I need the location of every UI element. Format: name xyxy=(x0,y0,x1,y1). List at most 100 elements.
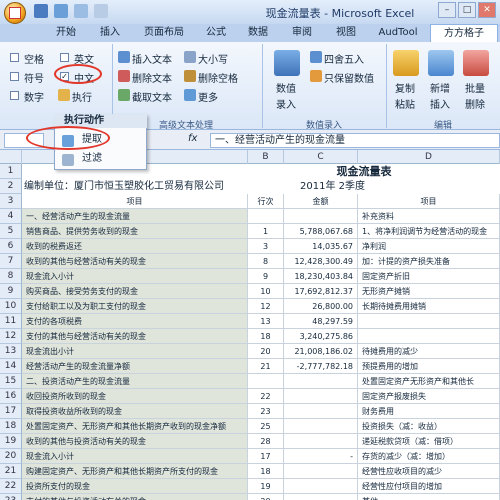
more-button[interactable]: 更多 xyxy=(198,89,218,104)
table-cell-line[interactable]: 28 xyxy=(248,434,284,449)
save-icon[interactable] xyxy=(34,4,48,18)
table-cell-line[interactable] xyxy=(248,209,284,224)
batch-button[interactable]: 批量 xyxy=(465,80,485,95)
table-cell-item[interactable]: 收到的其他与投资活动有关的现金 xyxy=(22,434,248,449)
table-cell-supplement[interactable] xyxy=(358,329,500,344)
row-header[interactable]: 11 xyxy=(0,314,22,329)
table-cell-supplement[interactable]: 投资损失（减：收益） xyxy=(358,419,500,434)
table-cell-item[interactable]: 支付的各项税费 xyxy=(22,314,248,329)
row-header[interactable]: 22 xyxy=(0,479,22,494)
table-cell-supplement[interactable]: 待摊费用的减少 xyxy=(358,344,500,359)
row-header[interactable]: 7 xyxy=(0,254,22,269)
row-header[interactable]: 21 xyxy=(0,464,22,479)
redo-icon[interactable] xyxy=(74,4,88,18)
paste-button[interactable]: 粘贴 xyxy=(395,96,415,111)
space-checkbox[interactable] xyxy=(10,53,19,62)
symbol-checkbox[interactable] xyxy=(10,72,19,81)
table-cell-line[interactable]: 10 xyxy=(248,284,284,299)
qat-customize-icon[interactable] xyxy=(94,4,108,18)
tab-view[interactable]: 视图 xyxy=(326,24,366,42)
header-item[interactable]: 项目 xyxy=(22,194,248,209)
execute-button[interactable]: 执行 xyxy=(72,89,92,104)
table-cell-item[interactable]: 收到的税费返还 xyxy=(22,239,248,254)
table-cell-item[interactable]: 现金流出小计 xyxy=(22,344,248,359)
table-cell-amount[interactable] xyxy=(284,419,358,434)
table-cell-supplement[interactable]: 递延税款贷项（减：借项） xyxy=(358,434,500,449)
table-cell-supplement[interactable]: 固定资产报废损失 xyxy=(358,389,500,404)
row-header[interactable]: 1 xyxy=(0,164,22,179)
insert-text-button[interactable]: 插入文本 xyxy=(132,51,172,66)
row-header[interactable]: 15 xyxy=(0,374,22,389)
table-cell-item[interactable]: 现金流入小计 xyxy=(22,449,248,464)
table-cell-amount[interactable] xyxy=(284,209,358,224)
table-cell-item[interactable]: 经营活动产生的现金流量净额 xyxy=(22,359,248,374)
table-cell-line[interactable]: 18 xyxy=(248,329,284,344)
formula-input[interactable]: 一、经营活动产生的现金流量 xyxy=(210,133,500,148)
row-header[interactable]: 19 xyxy=(0,434,22,449)
table-cell-supplement[interactable]: 预提费用的增加 xyxy=(358,359,500,374)
table-cell-supplement[interactable] xyxy=(358,314,500,329)
table-cell-supplement[interactable]: 其他 xyxy=(358,494,500,500)
table-cell-amount[interactable] xyxy=(284,479,358,494)
table-cell-supplement[interactable]: 固定资产折旧 xyxy=(358,269,500,284)
table-cell-line[interactable]: 13 xyxy=(248,314,284,329)
extract-text-button[interactable]: 截取文本 xyxy=(132,89,172,104)
table-cell-amount[interactable]: 18,230,403.84 xyxy=(284,269,358,284)
insert-button[interactable]: 插入 xyxy=(430,96,450,111)
tab-formulas[interactable]: 公式 xyxy=(198,24,234,42)
table-cell-item[interactable]: 销售商品、提供劳务收到的现金 xyxy=(22,224,248,239)
table-cell-line[interactable]: 8 xyxy=(248,254,284,269)
delete-button[interactable]: 删除 xyxy=(465,96,485,111)
table-cell-item[interactable]: 收到的其他与经营活动有关的现金 xyxy=(22,254,248,269)
fx-icon[interactable]: fx xyxy=(188,133,197,144)
minimize-button[interactable]: – xyxy=(438,2,456,18)
table-cell-supplement[interactable]: 财务费用 xyxy=(358,404,500,419)
table-cell-supplement[interactable]: 补充资料 xyxy=(358,209,500,224)
maximize-button[interactable]: □ xyxy=(458,2,476,18)
table-cell-supplement[interactable]: 存货的减少（减：增加） xyxy=(358,449,500,464)
numeric-button[interactable]: 数值 xyxy=(276,80,296,95)
row-header[interactable]: 2 xyxy=(0,179,22,194)
table-cell-line[interactable] xyxy=(248,374,284,389)
table-cell-line[interactable]: 23 xyxy=(248,404,284,419)
table-cell-amount[interactable]: 3,240,275.86 xyxy=(284,329,358,344)
table-cell-item[interactable]: 取得投资收益所收到的现金 xyxy=(22,404,248,419)
table-cell-amount[interactable]: 5,788,067.68 xyxy=(284,224,358,239)
table-cell-line[interactable]: 12 xyxy=(248,299,284,314)
table-cell-supplement[interactable]: 净利润 xyxy=(358,239,500,254)
table-cell-amount[interactable] xyxy=(284,464,358,479)
table-cell-amount[interactable]: -2,777,782.18 xyxy=(284,359,358,374)
row-header[interactable]: 9 xyxy=(0,284,22,299)
row-header[interactable]: 6 xyxy=(0,239,22,254)
delete-text-button[interactable]: 删除文本 xyxy=(132,70,172,85)
table-cell-amount[interactable] xyxy=(284,374,358,389)
row-header[interactable]: 20 xyxy=(0,449,22,464)
close-button[interactable]: ✕ xyxy=(478,2,496,18)
delete-space-button[interactable]: 删除空格 xyxy=(198,70,238,85)
row-header[interactable]: 16 xyxy=(0,389,22,404)
table-cell-supplement[interactable]: 经营性应付项目的增加 xyxy=(358,479,500,494)
table-cell-supplement[interactable]: 无形资产摊销 xyxy=(358,284,500,299)
dropdown-item-filter[interactable]: 过滤 xyxy=(58,151,144,167)
table-cell-line[interactable]: 20 xyxy=(248,494,284,500)
tab-insert[interactable]: 插入 xyxy=(90,24,130,42)
column-header-b[interactable]: B xyxy=(248,150,284,164)
table-cell-item[interactable]: 二、投资活动产生的现金流量 xyxy=(22,374,248,389)
row-header[interactable]: 12 xyxy=(0,329,22,344)
table-cell-amount[interactable] xyxy=(284,389,358,404)
table-cell-item[interactable]: 支付的其他与经营活动有关的现金 xyxy=(22,329,248,344)
table-cell-line[interactable]: 18 xyxy=(248,464,284,479)
table-cell-amount[interactable]: 21,008,186.02 xyxy=(284,344,358,359)
table-cell-supplement[interactable]: 处置固定资产无形资产和其他长 xyxy=(358,374,500,389)
case-button[interactable]: 大小写 xyxy=(198,51,228,66)
table-cell-amount[interactable]: 14,035.67 xyxy=(284,239,358,254)
header-line[interactable]: 行次 xyxy=(248,194,284,209)
table-cell-line[interactable]: 1 xyxy=(248,224,284,239)
table-cell-item[interactable]: 购建固定资产、无形资产和其他长期资产所支付的现金 xyxy=(22,464,248,479)
row-header[interactable]: 17 xyxy=(0,404,22,419)
select-all-corner[interactable] xyxy=(0,150,22,164)
row-header[interactable]: 14 xyxy=(0,359,22,374)
table-cell-supplement[interactable]: 1、将净利润调节为经营活动的现金 xyxy=(358,224,500,239)
table-cell-item[interactable]: 支付给职工以及为职工支付的现金 xyxy=(22,299,248,314)
header-amount[interactable]: 金额 xyxy=(284,194,358,209)
